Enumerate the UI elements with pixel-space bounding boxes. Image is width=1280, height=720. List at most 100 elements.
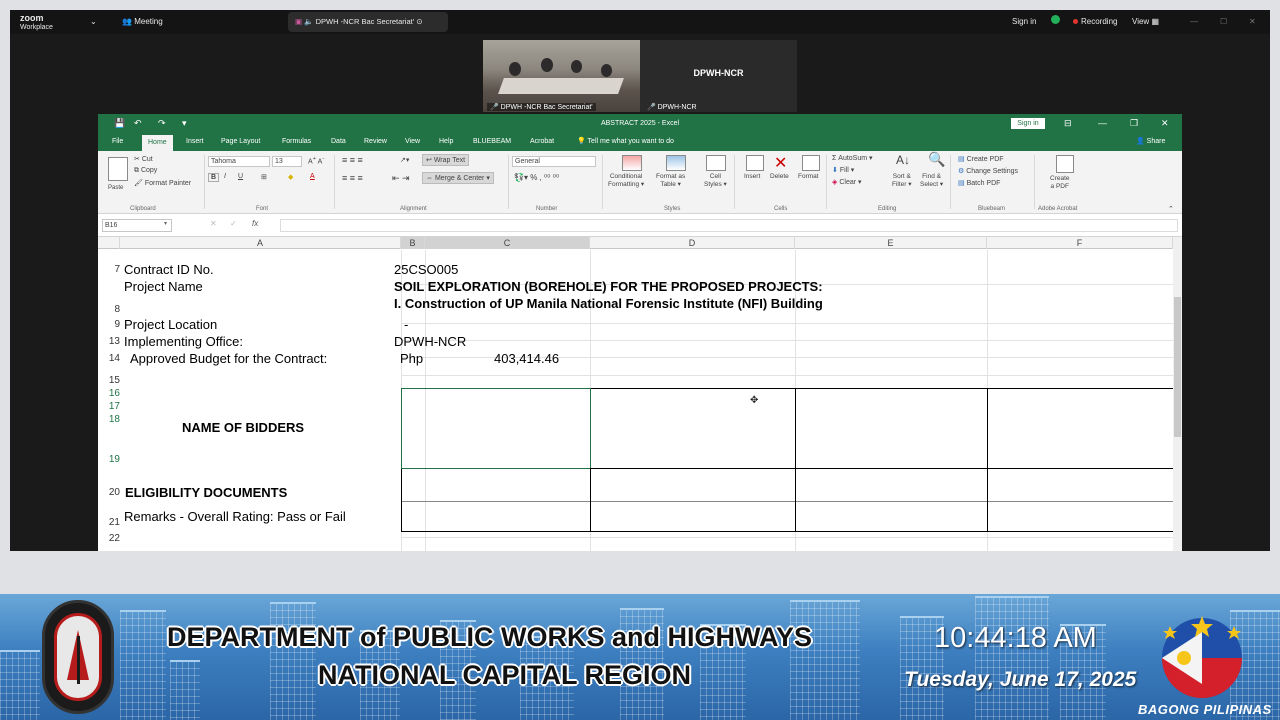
column-header-a[interactable]: A — [120, 237, 401, 249]
close-icon[interactable]: ✕ — [1161, 114, 1169, 133]
column-header-c[interactable]: C — [425, 237, 590, 249]
tab-formulas[interactable]: Formulas — [282, 133, 311, 151]
font-grow-icon[interactable]: A+ A- — [308, 156, 324, 165]
collapse-ribbon-icon[interactable]: ⌃ — [1168, 205, 1174, 213]
cut-button[interactable]: ✂ Cut — [134, 155, 153, 163]
sort-filter-button[interactable]: Sort & Filter ▾ — [892, 173, 912, 189]
contract-id-value[interactable]: 25CSO005 — [394, 262, 458, 278]
italic-button[interactable]: I — [224, 173, 226, 180]
conditional-formatting-icon[interactable] — [622, 155, 642, 171]
row-header-8[interactable]: 8 — [98, 304, 120, 316]
save-icon[interactable]: 💾 — [114, 114, 125, 133]
cell-styles-icon[interactable] — [706, 155, 726, 171]
row-header-17[interactable]: 17 — [98, 401, 120, 413]
conditional-formatting-button[interactable]: Conditional Formatting ▾ — [608, 173, 644, 189]
magnifier-icon[interactable]: 🔍 — [928, 151, 945, 168]
row-header-7[interactable]: 7 — [98, 264, 120, 276]
column-header-d[interactable]: D — [590, 237, 795, 249]
cell-styles-button[interactable]: Cell Styles ▾ — [704, 173, 727, 189]
sign-in-link[interactable]: Sign in — [1012, 10, 1036, 34]
zoom-logo[interactable]: zoom Workplace — [20, 14, 53, 38]
maximize-icon[interactable]: ☐ — [1220, 10, 1227, 34]
format-cells-button[interactable]: Format — [798, 173, 819, 180]
change-settings-button[interactable]: ⚙ Change Settings — [958, 167, 1018, 175]
insert-cells-icon[interactable] — [746, 155, 764, 171]
row-header-18[interactable]: 18 — [98, 414, 120, 426]
row-header-9[interactable]: 9 — [98, 319, 120, 331]
row-header-13[interactable]: 13 — [98, 336, 120, 348]
tab-help[interactable]: Help — [439, 133, 453, 151]
row-header-14[interactable]: 14 — [98, 353, 120, 365]
align-left-icon[interactable]: ≡ ≡ ≡ — [342, 173, 363, 183]
formula-input[interactable] — [280, 219, 1178, 232]
enter-icon[interactable]: ✓ — [230, 219, 237, 228]
more-icon[interactable]: ⊙ — [416, 17, 422, 26]
share-button[interactable]: 👤 Share — [1136, 133, 1165, 151]
batch-pdf-button[interactable]: ▤ Batch PDF — [958, 179, 1000, 187]
abc-currency[interactable]: Php — [400, 351, 423, 367]
tab-bluebeam[interactable]: BLUEBEAM — [473, 133, 511, 151]
customize-icon[interactable]: ▾ — [182, 114, 187, 133]
cancel-icon[interactable]: ✕ — [210, 219, 217, 228]
copy-button[interactable]: ⧉ Copy — [134, 167, 157, 175]
column-header-b[interactable]: B — [401, 237, 425, 249]
clear-button[interactable]: ◈ Clear ▾ — [832, 178, 862, 186]
format-painter-button[interactable]: 🖌 Format Painter — [134, 179, 191, 187]
find-select-button[interactable]: Find & Select ▾ — [920, 173, 943, 189]
tell-me-search[interactable]: 💡 Tell me what you want to do — [577, 133, 674, 151]
borders-icon[interactable]: ⊞ — [261, 173, 267, 181]
row-header-19[interactable]: 19 — [98, 454, 120, 466]
chevron-down-icon[interactable]: ⌄ — [90, 10, 97, 34]
tab-insert[interactable]: Insert — [186, 133, 204, 151]
tab-file[interactable]: File — [112, 133, 123, 151]
sort-filter-icon[interactable]: A↓ — [896, 153, 910, 167]
excel-sign-in-button[interactable]: Sign in — [1011, 118, 1045, 129]
minimize-icon[interactable]: — — [1190, 10, 1198, 34]
tab-data[interactable]: Data — [331, 133, 346, 151]
number-format-select[interactable]: General — [512, 156, 596, 167]
recording-indicator[interactable]: Recording — [1073, 10, 1117, 34]
column-header-e[interactable]: E — [795, 237, 987, 249]
name-box-dropdown-icon[interactable]: ▾ — [164, 220, 167, 227]
row-header-22[interactable]: 22 — [98, 533, 120, 545]
acrobat-pdf-icon[interactable] — [1056, 155, 1074, 173]
font-name-select[interactable]: Tahoma — [208, 156, 270, 167]
paste-label[interactable]: Paste — [108, 185, 123, 191]
view-button[interactable]: View ▦ — [1132, 10, 1159, 34]
fill-color-icon[interactable]: ◆ — [288, 173, 293, 181]
name-box[interactable]: B16 — [102, 219, 172, 232]
close-icon[interactable]: ✕ — [1249, 10, 1256, 34]
shield-icon[interactable] — [1051, 10, 1060, 34]
abc-amount[interactable]: 403,414.46 — [494, 351, 559, 367]
project-name-line2[interactable]: I. Construction of UP Manila National Fo… — [394, 296, 823, 312]
row-header-20[interactable]: 20 — [98, 487, 120, 499]
column-header-f[interactable]: F — [987, 237, 1173, 249]
align-top-icon[interactable]: ≡ ≡ ≡ — [342, 155, 363, 165]
paste-icon[interactable] — [108, 157, 128, 181]
bold-button[interactable]: B — [208, 173, 220, 182]
meeting-tab[interactable]: 👥 Meeting — [122, 10, 163, 34]
project-location-value[interactable]: - — [404, 317, 408, 333]
participant-video[interactable]: 🎤 DPWH -NCR Bac Secretariat' — [483, 40, 640, 112]
insert-function-button[interactable]: fx — [252, 219, 258, 228]
tab-view[interactable]: View — [405, 133, 420, 151]
select-all-corner[interactable] — [98, 237, 120, 249]
fill-button[interactable]: ⬇ Fill ▾ — [832, 166, 854, 174]
implementing-office-value[interactable]: DPWH-NCR — [394, 334, 466, 350]
underline-button[interactable]: U — [238, 173, 243, 180]
worksheet-grid[interactable]: A B C D E F 7 8 9 13 14 15 16 17 18 19 2… — [98, 237, 1182, 551]
scrollbar-thumb[interactable] — [1174, 297, 1181, 437]
delete-cells-icon[interactable]: ✕ — [774, 153, 787, 173]
indent-icon[interactable]: ⇤ ⇥ — [392, 173, 410, 184]
row-header-16[interactable]: 16 — [98, 388, 120, 400]
wrap-text-button[interactable]: ↩ Wrap Text — [422, 154, 470, 166]
ribbon-display-icon[interactable]: ⊟ — [1064, 114, 1072, 133]
format-as-table-icon[interactable] — [666, 155, 686, 171]
project-name-line1[interactable]: SOIL EXPLORATION (BOREHOLE) FOR THE PROP… — [394, 279, 823, 295]
format-as-table-button[interactable]: Format as Table ▾ — [656, 173, 685, 189]
tab-acrobat[interactable]: Acrobat — [530, 133, 554, 151]
insert-cells-button[interactable]: Insert — [744, 173, 760, 180]
autosum-button[interactable]: Σ AutoSum ▾ — [832, 154, 873, 162]
create-pdf-button[interactable]: ▤ Create PDF — [958, 155, 1004, 163]
number-format-icons[interactable]: 💱▾ % , ⁰⁰ ⁰⁰ — [514, 173, 559, 182]
